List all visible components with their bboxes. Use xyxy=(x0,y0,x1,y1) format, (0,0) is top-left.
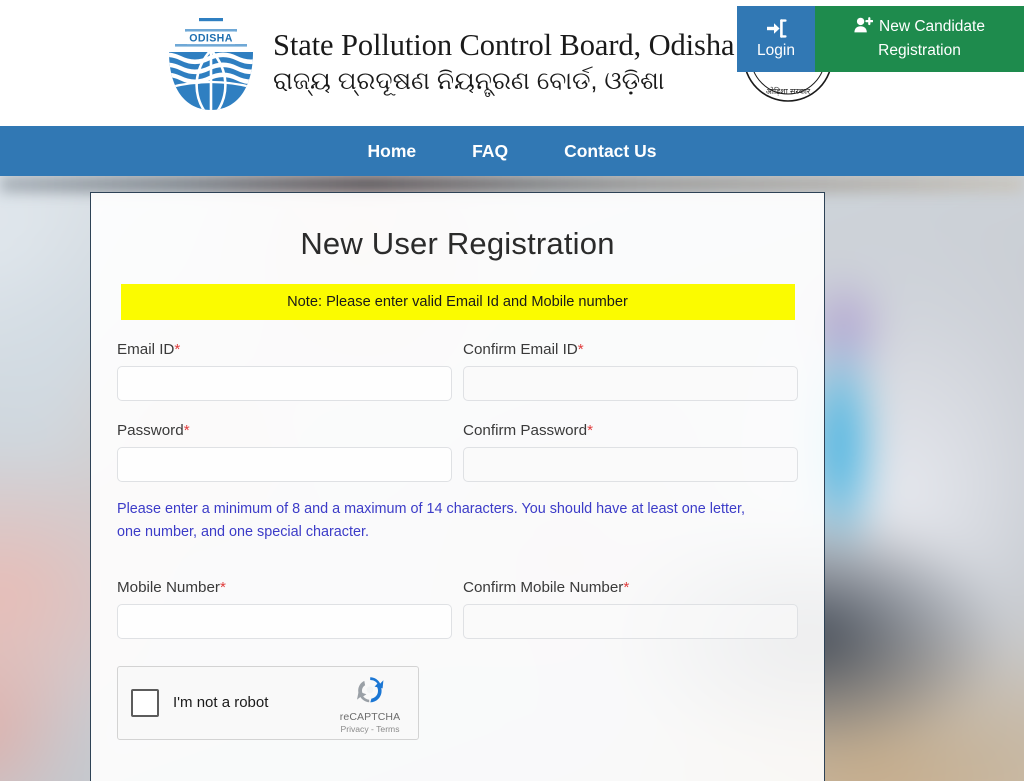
required-marker: * xyxy=(577,341,584,358)
new-candidate-registration-button[interactable]: New Candidate Registration xyxy=(815,6,1024,72)
registration-card: New User Registration Note: Please enter… xyxy=(90,192,825,781)
password-input[interactable] xyxy=(117,447,452,482)
background-photo-top-shadow xyxy=(0,176,1024,192)
brand-title-english: State Pollution Control Board, Odisha xyxy=(273,27,735,62)
label-confirm-mobile-number: Confirm Mobile Number* xyxy=(463,578,630,596)
form-row-email: Email ID* Confirm Email ID* xyxy=(117,341,798,401)
field-password: Password* xyxy=(117,422,452,482)
nav-item-home[interactable]: Home xyxy=(340,126,445,176)
brand-title-odia: ରାଜ୍ୟ ପ୍ରଦୂଷଣ ନିୟନ୍ତ୍ରଣ ବୋର୍ଡ, ଓଡ଼ିଶା xyxy=(273,67,665,96)
nav-item-contact-us[interactable]: Contact Us xyxy=(536,126,684,176)
note-banner: Note: Please enter valid Email Id and Mo… xyxy=(120,284,795,320)
confirm-password-input[interactable] xyxy=(463,447,798,482)
recaptcha-branding: reCAPTCHA Privacy - Terms xyxy=(332,673,408,734)
user-plus-icon xyxy=(854,16,874,40)
recaptcha-brand-name: reCAPTCHA xyxy=(339,710,401,723)
required-marker: * xyxy=(174,341,181,358)
recaptcha-logo-icon xyxy=(354,676,386,709)
required-marker: * xyxy=(587,422,593,439)
recaptcha-checkbox[interactable] xyxy=(131,688,159,717)
field-email-id: Email ID* xyxy=(117,341,452,401)
label-confirm-password: Confirm Password* xyxy=(463,422,593,439)
svg-text:ओड़िशा सरकार: ओड़िशा सरकार xyxy=(766,86,811,96)
password-hint-text: Please enter a minimum of 8 and a maximu… xyxy=(117,501,745,541)
label-password: Password* xyxy=(117,422,190,439)
required-marker: * xyxy=(623,578,630,596)
field-confirm-password: Confirm Password* xyxy=(463,422,798,482)
page-title: New User Registration xyxy=(300,226,615,261)
sign-in-icon xyxy=(766,19,787,41)
field-confirm-mobile-number: Confirm Mobile Number* xyxy=(463,579,798,639)
required-marker: * xyxy=(219,578,226,596)
label-confirm-email-id: Confirm Email ID* xyxy=(463,341,584,358)
field-confirm-email-id: Confirm Email ID* xyxy=(463,341,798,401)
mobile-number-input[interactable] xyxy=(117,603,452,639)
register-button-line2: Registration xyxy=(878,42,961,59)
recaptcha-legal-links[interactable]: Privacy - Terms xyxy=(332,724,408,734)
brand-text: State Pollution Control Board, Odisha ରା… xyxy=(273,27,735,99)
site-header: ODISHA State Pollution Control Board, Od… xyxy=(0,0,1024,126)
email-id-input[interactable] xyxy=(117,366,452,401)
spcb-odisha-logo-icon: ODISHA xyxy=(163,14,259,112)
confirm-email-id-input[interactable] xyxy=(463,366,798,401)
login-button-label: Login xyxy=(757,42,795,60)
brand: ODISHA State Pollution Control Board, Od… xyxy=(163,14,735,112)
field-mobile-number: Mobile Number* xyxy=(117,579,452,639)
main-navigation: Home FAQ Contact Us xyxy=(0,126,1024,176)
recaptcha-checkbox-label: I'm not a robot xyxy=(173,694,269,712)
svg-text:ODISHA: ODISHA xyxy=(189,32,233,44)
confirm-mobile-number-input[interactable] xyxy=(463,603,798,639)
login-button[interactable]: Login xyxy=(737,6,815,72)
label-mobile-number: Mobile Number* xyxy=(117,578,226,596)
label-email-id: Email ID* xyxy=(117,341,181,358)
form-row-mobile: Mobile Number* Confirm Mobile Number* xyxy=(117,579,798,639)
required-marker: * xyxy=(183,422,190,439)
note-banner-text: Note: Please enter valid Email Id and Mo… xyxy=(287,294,628,310)
nav-item-faq[interactable]: FAQ xyxy=(444,126,536,176)
form-row-password: Password* Confirm Password* xyxy=(117,422,798,482)
register-button-line1: New Candidate xyxy=(879,17,985,35)
recaptcha-widget[interactable]: I'm not a robot reCAPTCHA Privacy - Term… xyxy=(117,665,419,740)
registration-form: Email ID* Confirm Email ID* Password* Co… xyxy=(91,341,824,740)
